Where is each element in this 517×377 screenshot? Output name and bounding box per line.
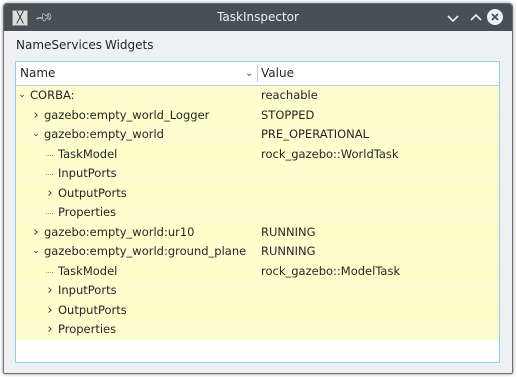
tree-item-name: InputPorts <box>58 166 117 180</box>
tree-item-name: gazebo:empty_world_Logger <box>44 107 210 122</box>
collapse-arrow-icon[interactable]: › <box>45 184 55 204</box>
collapse-arrow-icon[interactable]: › <box>31 106 41 126</box>
expand-arrow-icon[interactable]: ⌄ <box>31 242 41 262</box>
tree-item-name: TaskModel <box>58 146 118 161</box>
expand-arrow-icon[interactable]: ⌄ <box>31 125 41 145</box>
tree-row[interactable]: › Properties <box>16 320 499 340</box>
menu-widgets[interactable]: Widgets <box>105 31 154 59</box>
column-header-name[interactable]: Name <box>20 62 55 85</box>
tree-row[interactable]: TaskModel rock_gazebo::WorldTask <box>16 144 499 164</box>
tree-row[interactable]: › OutputPorts <box>16 300 499 321</box>
chevron-down-icon[interactable] <box>444 9 461 26</box>
tree-branch-line <box>46 154 53 156</box>
tree-item-name: Properties <box>58 322 117 336</box>
tree-row[interactable]: InputPorts <box>16 164 499 184</box>
tree-row[interactable]: Properties <box>16 203 499 223</box>
collapse-arrow-icon[interactable]: › <box>45 281 55 301</box>
column-header-value[interactable]: Value <box>261 62 294 85</box>
menu-nameservices[interactable]: NameServices <box>16 31 102 59</box>
menu-bar: NameServices Widgets <box>4 31 512 59</box>
tree-item-value: reachable <box>261 88 318 102</box>
tree-item-name: gazebo:empty_world:ground_plane <box>44 244 247 258</box>
tree-branch-line <box>46 213 53 214</box>
tree-item-name: TaskModel <box>58 263 118 278</box>
tree-item-value: rock_gazebo::WorldTask <box>261 146 399 161</box>
tree-item-name: gazebo:empty_world <box>44 127 164 141</box>
chevron-up-icon[interactable] <box>467 9 484 26</box>
tree-row[interactable]: ⌄ CORBA: reachable <box>16 86 499 106</box>
collapse-arrow-icon[interactable]: › <box>31 223 41 243</box>
tree-rows: ⌄ CORBA: reachable › gazebo:empty_world_Logg… <box>16 86 499 340</box>
collapse-arrow-icon[interactable]: › <box>45 301 55 321</box>
task-tree-view[interactable]: Name ⌄ Value ⌄ CORBA: reachable › gazebo:emp… <box>15 61 500 363</box>
tree-item-name: OutputPorts <box>58 185 127 200</box>
close-icon[interactable] <box>487 9 503 25</box>
expand-arrow-icon[interactable]: ⌄ <box>17 86 27 106</box>
tree-row[interactable]: TaskModel rock_gazebo::ModelTask <box>16 261 499 281</box>
sort-chevron-icon: ⌄ <box>245 68 254 79</box>
tree-item-name: CORBA: <box>30 88 75 102</box>
tree-row[interactable]: › OutputPorts <box>16 183 499 204</box>
tree-branch-line <box>46 174 53 175</box>
tree-row[interactable]: › gazebo:empty_world:ur10 RUNNING <box>16 222 499 243</box>
tree-item-name: OutputPorts <box>58 302 127 317</box>
tree-item-value: PRE_OPERATIONAL <box>261 127 370 141</box>
collapse-arrow-icon[interactable]: › <box>45 320 55 340</box>
task-inspector-window: ╳ 📌︎ TaskInspector NameServices Widgets … <box>3 3 513 374</box>
window-title: TaskInspector <box>217 10 299 24</box>
tree-row[interactable]: ⌄ gazebo:empty_world:ground_plane RUNNING <box>16 242 499 262</box>
tree-row[interactable]: › InputPorts <box>16 281 499 301</box>
tree-branch-line <box>46 271 53 273</box>
tree-row[interactable]: › gazebo:empty_world_Logger STOPPED <box>16 105 499 126</box>
title-bar[interactable]: ╳ 📌︎ TaskInspector <box>4 4 512 31</box>
tree-header: Name ⌄ Value <box>16 62 499 86</box>
column-divider[interactable] <box>257 65 258 82</box>
tree-item-name: gazebo:empty_world:ur10 <box>44 224 195 239</box>
tree-item-value: RUNNING <box>261 224 316 239</box>
tree-item-value: STOPPED <box>261 107 315 122</box>
tree-row[interactable]: ⌄ gazebo:empty_world PRE_OPERATIONAL <box>16 125 499 145</box>
tree-item-value: RUNNING <box>261 244 316 258</box>
tree-item-name: Properties <box>58 205 117 219</box>
tree-item-name: InputPorts <box>58 283 117 297</box>
tree-item-value: rock_gazebo::ModelTask <box>261 263 401 278</box>
